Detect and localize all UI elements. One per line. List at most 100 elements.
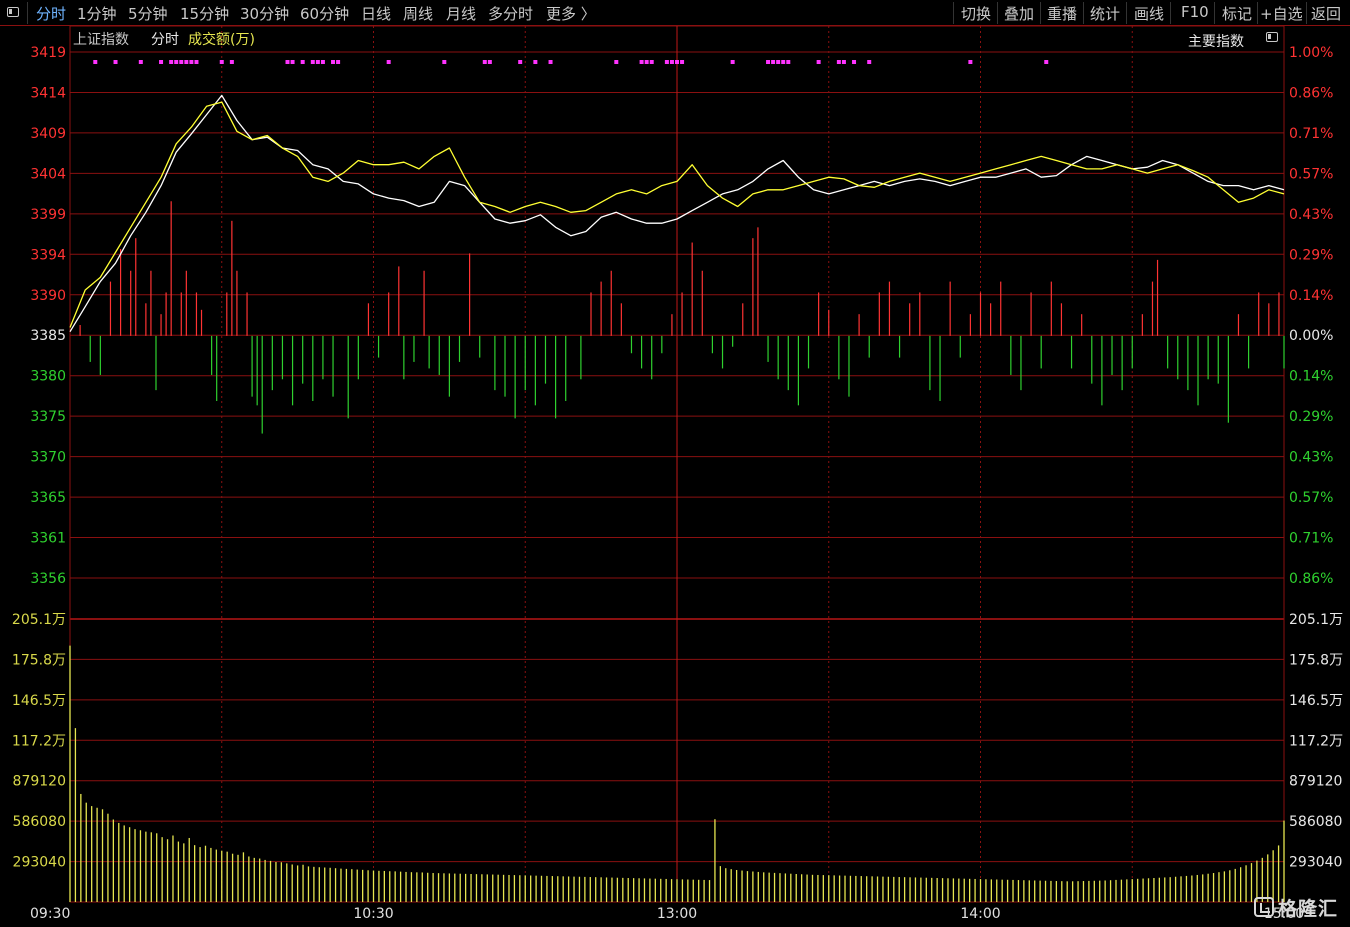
event-marker xyxy=(138,60,143,64)
f10-button[interactable]: F10 xyxy=(1181,3,1209,21)
volume-tick-label-right: 117.2万 xyxy=(1289,733,1343,749)
volume-tick-label-left: 146.5万 xyxy=(12,693,66,709)
tab-weekly[interactable]: 周线 xyxy=(403,3,433,24)
mark-button[interactable]: 标记 xyxy=(1222,3,1252,24)
event-marker xyxy=(315,60,320,64)
tab-monthly[interactable]: 月线 xyxy=(446,3,476,24)
price-tick-label-left: 3404 xyxy=(30,166,66,182)
price-tick-label-left: 3365 xyxy=(30,490,66,506)
event-marker xyxy=(320,60,325,64)
price-tick-label-left: 3361 xyxy=(30,531,66,547)
stats-button[interactable]: 统计 xyxy=(1090,3,1120,24)
add-watchlist-button[interactable]: +自选 xyxy=(1260,3,1303,24)
diff-bars xyxy=(79,201,1285,434)
event-marker xyxy=(766,60,771,64)
event-marker xyxy=(386,60,391,64)
switch-button[interactable]: 切换 xyxy=(961,3,991,24)
tab-60min[interactable]: 60分钟 xyxy=(300,3,349,24)
price-tick-label-left: 3394 xyxy=(30,247,66,263)
time-tick-label: 10:30 xyxy=(353,906,393,922)
pct-tick-label-right: 0.57% xyxy=(1289,166,1333,182)
tab-multi-day[interactable]: 多分时 xyxy=(488,3,533,24)
event-marker xyxy=(639,60,644,64)
volume-tick-label-right: 293040 xyxy=(1289,855,1342,871)
pct-tick-label-right: 0.14% xyxy=(1289,369,1333,385)
pct-tick-label-right: 0.86% xyxy=(1289,85,1333,101)
event-marker xyxy=(159,60,164,64)
toolbar-divider xyxy=(953,2,954,24)
tab-15min[interactable]: 15分钟 xyxy=(180,3,229,24)
event-marker xyxy=(771,60,776,64)
event-marker xyxy=(1044,60,1049,64)
event-marker xyxy=(113,60,118,64)
pct-tick-label-right: 0.43% xyxy=(1289,450,1333,466)
event-marker xyxy=(548,60,553,64)
gelonghui-logo: 格隆汇 xyxy=(1254,894,1338,920)
tab-daily[interactable]: 日线 xyxy=(361,3,391,24)
event-marker xyxy=(680,60,685,64)
event-marker xyxy=(336,60,341,64)
event-marker xyxy=(852,60,857,64)
price-tick-label-left: 3419 xyxy=(30,45,66,61)
draw-button[interactable]: 画线 xyxy=(1134,3,1164,24)
volume-tick-label-left: 293040 xyxy=(13,855,66,871)
volume-tick-label-right: 146.5万 xyxy=(1289,693,1343,709)
event-marker xyxy=(93,60,98,64)
event-marker xyxy=(169,60,174,64)
tab-30min[interactable]: 30分钟 xyxy=(240,3,289,24)
event-marker xyxy=(290,60,295,64)
price-tick-label-left: 3390 xyxy=(30,288,66,304)
event-marker xyxy=(675,60,679,64)
toolbar: 分时 1分钟 5分钟 15分钟 30分钟 60分钟 日线 周线 月线 多分时 更… xyxy=(0,0,1350,26)
event-marker xyxy=(968,60,973,64)
event-marker xyxy=(219,60,224,64)
event-marker xyxy=(836,60,841,64)
time-tick-label: 14:00 xyxy=(960,906,1000,922)
event-marker xyxy=(194,60,199,64)
toolbar-divider xyxy=(1306,2,1307,24)
pct-tick-label-right: 0.71% xyxy=(1289,126,1333,142)
tab-5min[interactable]: 5分钟 xyxy=(128,3,168,24)
toolbar-divider xyxy=(27,2,28,24)
gelonghui-logo-icon xyxy=(1254,897,1274,917)
overlay-button[interactable]: 叠加 xyxy=(1004,3,1034,24)
event-marker xyxy=(669,60,674,64)
tab-fenshi[interactable]: 分时 xyxy=(36,3,66,24)
event-marker xyxy=(300,60,305,64)
volume-tick-label-left: 175.8万 xyxy=(12,652,66,668)
back-button[interactable]: 返回 xyxy=(1311,3,1341,24)
pct-tick-label-right: 0.00% xyxy=(1289,328,1333,344)
grid xyxy=(69,26,1285,903)
replay-button[interactable]: 重播 xyxy=(1047,3,1077,24)
price-tick-label-left: 3370 xyxy=(30,450,66,466)
event-marker xyxy=(179,60,184,64)
volume-tick-label-right: 175.8万 xyxy=(1289,652,1343,668)
pct-tick-label-right: 0.29% xyxy=(1289,247,1333,263)
event-marker xyxy=(730,60,735,64)
price-tick-label-left: 3380 xyxy=(30,369,66,385)
tab-1min[interactable]: 1分钟 xyxy=(77,3,117,24)
time-tick-label: 09:30 xyxy=(30,906,70,922)
volume-tick-label-right: 586080 xyxy=(1289,814,1342,830)
event-marker xyxy=(776,60,781,64)
event-marker xyxy=(285,60,290,64)
menu-icon[interactable] xyxy=(7,7,19,17)
intraday-chart[interactable]: 3419 1.00% 3414 0.86% 3409 0.71% 3404 0.57% 3399… xyxy=(0,26,1350,927)
toolbar-divider xyxy=(1126,2,1127,24)
toolbar-divider xyxy=(1040,2,1041,24)
event-marker xyxy=(189,60,194,64)
volume-tick-label-left: 586080 xyxy=(13,814,66,830)
event-marker xyxy=(184,60,189,64)
price-tick-label-left: 3375 xyxy=(30,409,66,425)
event-marker xyxy=(229,60,234,64)
price-tick-label-left: 3414 xyxy=(30,85,66,101)
price-tick-label-left: 3356 xyxy=(30,571,66,587)
event-marker xyxy=(518,60,523,64)
volume-tick-label-left: 205.1万 xyxy=(12,612,66,628)
tab-more[interactable]: 更多 〉 xyxy=(546,3,596,24)
event-marker xyxy=(310,60,315,64)
pct-tick-label-right: 0.29% xyxy=(1289,409,1333,425)
toolbar-divider xyxy=(997,2,998,24)
event-marker xyxy=(816,60,821,64)
event-marker xyxy=(786,60,791,64)
